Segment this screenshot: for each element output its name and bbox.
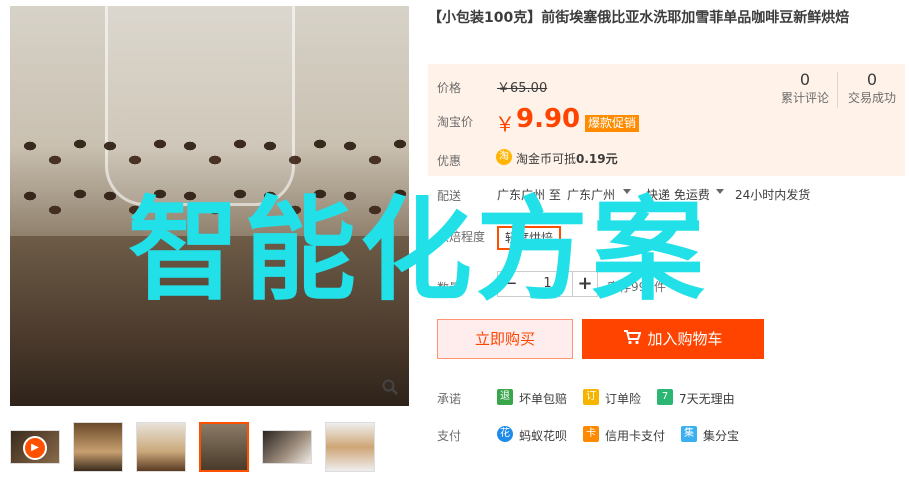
jifenbao-icon: 集 (681, 426, 697, 442)
play-icon[interactable]: ▶ (23, 436, 47, 460)
thumbnail-image[interactable] (73, 422, 123, 472)
sales-count-stat: 0 交易成功 (840, 70, 904, 106)
original-price: ￥65.00 (497, 81, 548, 96)
add-to-cart-label: 加入购物车 (647, 330, 723, 348)
product-page: ▶ 【小包装100克】前街埃塞俄比亚水洗耶加雪菲单品咖啡豆新鲜烘焙 价格 ￥65… (0, 0, 906, 486)
seven-day-return-icon: 7 (657, 389, 673, 405)
zoom-search-icon[interactable] (379, 378, 401, 400)
sale-price: 9.90 (516, 104, 581, 134)
huabei-icon: 花 (497, 426, 513, 442)
review-count-stat[interactable]: 0 累计评论 (773, 70, 837, 106)
coupon-text: 淘金币可抵0.19元 (516, 150, 618, 167)
payment-label: 支付 (437, 429, 462, 443)
stat-divider (837, 72, 838, 108)
promo-badge: 爆款促销 (585, 115, 640, 132)
sale-price-label: 淘宝价 (437, 115, 474, 129)
promise-item[interactable]: 7天无理由 (679, 390, 735, 407)
thumbnail-image[interactable] (325, 422, 375, 472)
coupon-amount: 0.19元 (576, 152, 618, 166)
sale-currency: ￥ (495, 112, 515, 136)
coupon-prefix: 淘金币可抵 (516, 152, 577, 166)
review-count: 0 (799, 70, 811, 89)
price-panel: 价格 ￥65.00 淘宝价 ￥ 9.90 爆款促销 0 累计评论 0 交易成功 … (428, 64, 905, 176)
watermark-text: 智能化方案 (128, 186, 708, 316)
sales-count-label: 交易成功 (847, 91, 896, 105)
thumbnail-image-selected[interactable] (199, 422, 249, 472)
order-insurance-icon: 订 (583, 389, 599, 405)
damage-compensation-icon: 退 (497, 389, 513, 405)
credit-card-icon: 卡 (583, 426, 599, 442)
payment-item[interactable]: 蚂蚁花呗 (519, 427, 567, 444)
add-to-cart-button[interactable]: 加入购物车 (582, 319, 764, 359)
thumbnail-image[interactable] (262, 430, 312, 464)
price-label: 价格 (437, 81, 462, 95)
buy-now-button[interactable]: 立即购买 (437, 319, 573, 359)
coupon-label: 优惠 (437, 154, 462, 168)
thumbnail-strip: ▶ (10, 422, 410, 474)
review-count-label: 累计评论 (780, 91, 829, 105)
promise-item[interactable]: 坏单包赔 (519, 390, 567, 407)
sales-count: 0 (866, 70, 878, 89)
promise-item[interactable]: 订单险 (605, 390, 641, 407)
chevron-down-icon[interactable] (716, 189, 724, 194)
promise-label: 承诺 (437, 392, 462, 406)
thumbnail-image[interactable] (136, 422, 186, 472)
cart-icon (623, 320, 642, 360)
payment-item[interactable]: 信用卡支付 (605, 427, 665, 444)
taobao-coin-icon: 淘 (496, 149, 512, 165)
product-title: 【小包装100克】前街埃塞俄比亚水洗耶加雪菲单品咖啡豆新鲜烘焙 (428, 10, 850, 26)
dispatch-time: 24小时内发货 (735, 188, 811, 202)
payment-item[interactable]: 集分宝 (703, 427, 739, 444)
thumbnail-video[interactable]: ▶ (10, 430, 60, 464)
